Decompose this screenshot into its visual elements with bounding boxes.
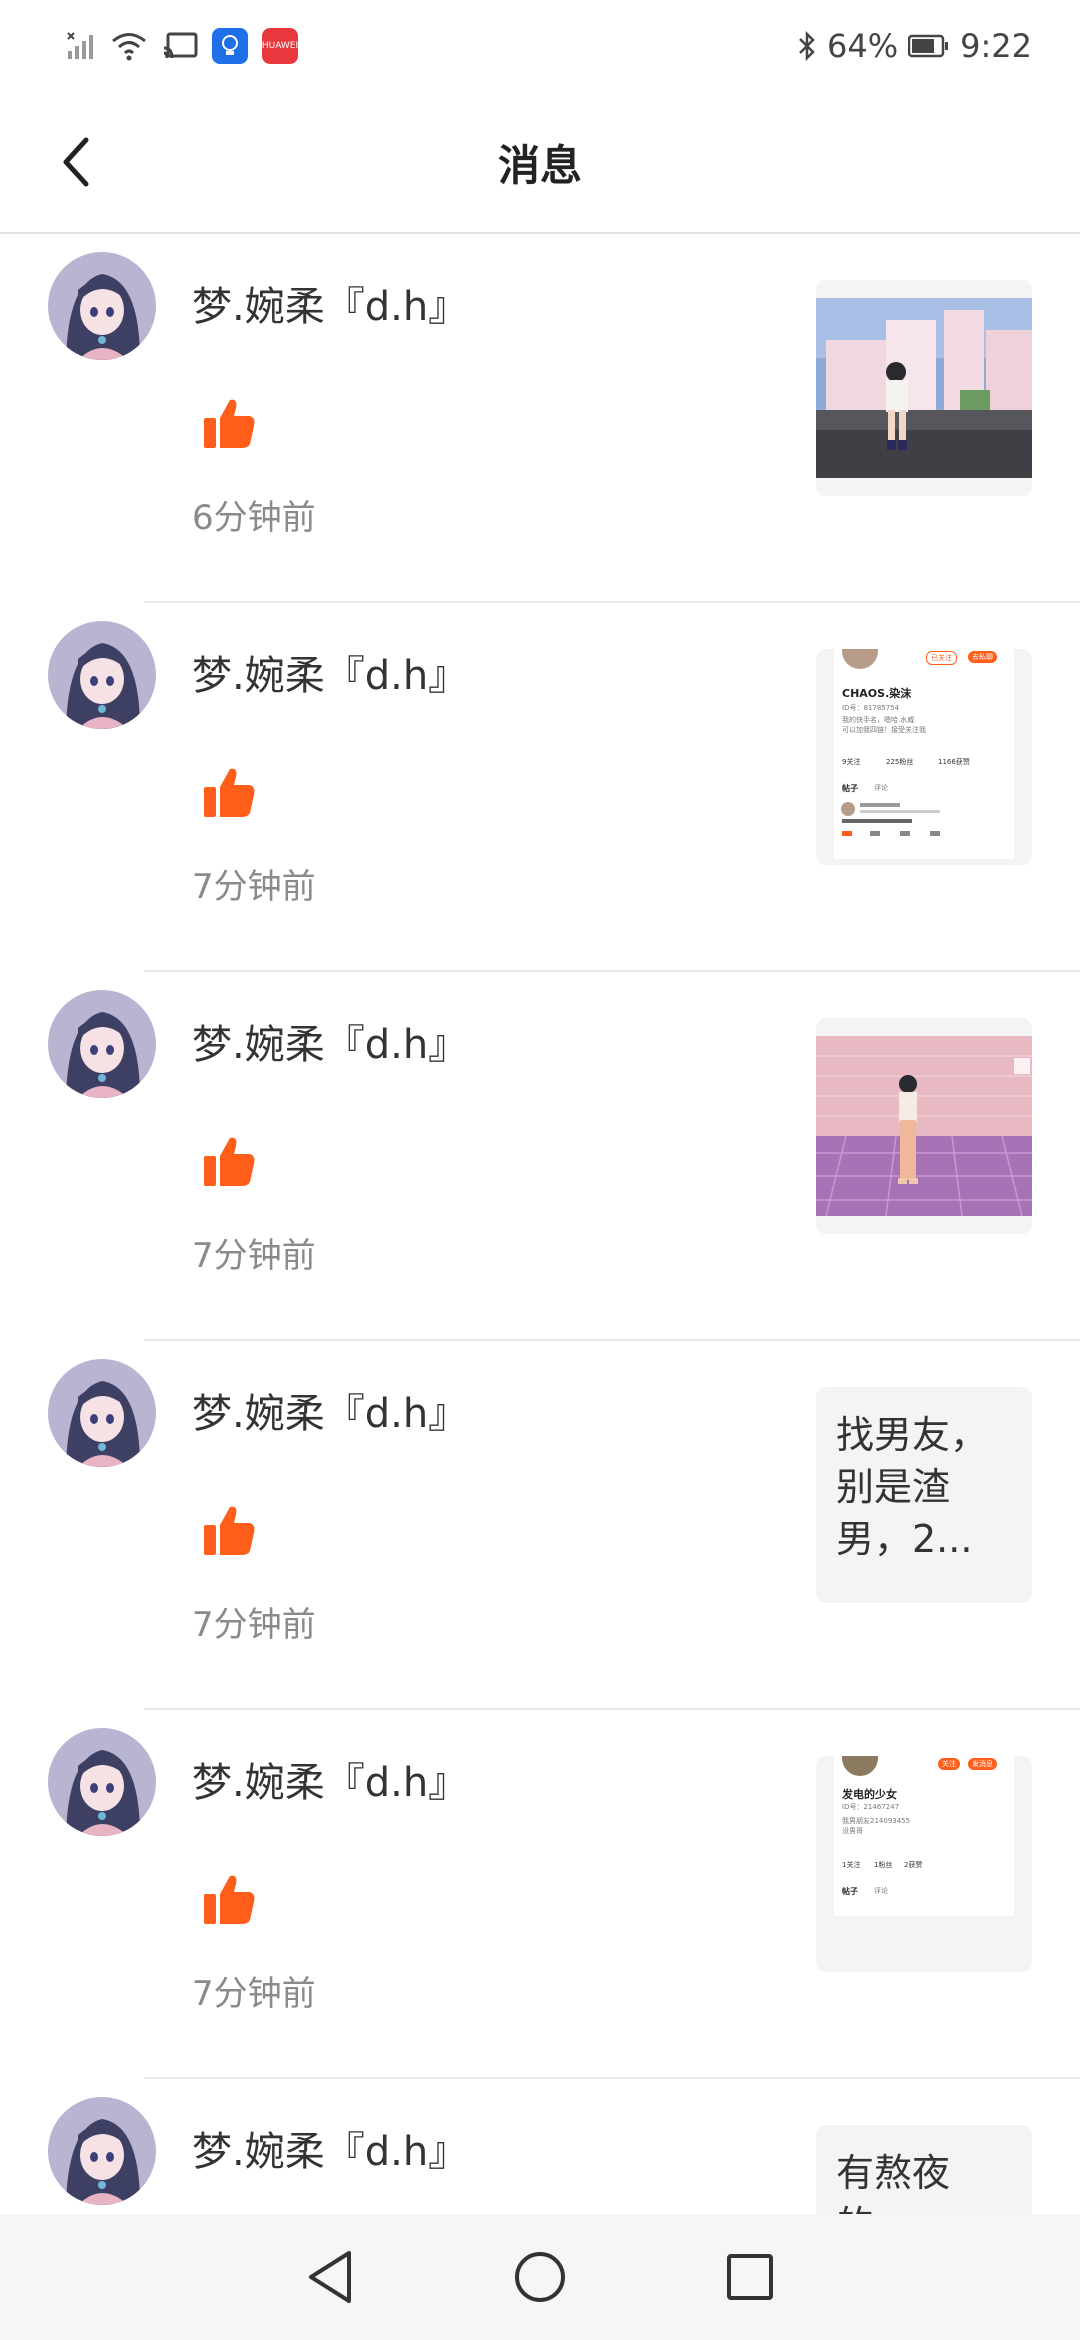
message-item[interactable]: 梦.婉柔『d.h』 6分钟前 [0,234,1080,603]
message-item[interactable]: 梦.婉柔『d.h』 7分钟前 [0,972,1080,1341]
post-thumbnail[interactable]: 关注 发消息 发电的少女 ID号：21467247 我男朋友214093455 … [816,1756,1032,1972]
card-avatar-icon [842,1756,878,1776]
message-item[interactable]: 梦.婉柔『d.h』 7分钟前 找男友，别是渣男，2... [0,1341,1080,1710]
header: 消息 [0,92,1080,234]
timestamp: 7分钟前 [192,1605,316,1645]
like-icon [200,1870,258,1928]
username[interactable]: 梦.婉柔『d.h』 [192,274,468,332]
card-id: ID号：81785754 [842,704,900,712]
status-bar: HUAWEI 64% 9:22 [0,0,1080,92]
card-name: 发电的少女 [842,1788,897,1801]
card-follow-label: 已关注 [926,651,957,665]
profile-card-preview: 关注 发消息 发电的少女 ID号：21467247 我男朋友214093455 … [834,1756,1014,1916]
nav-home-button[interactable] [510,2247,570,2307]
cast-icon [162,31,198,61]
like-icon [200,394,258,452]
nav-back-button[interactable] [300,2247,360,2307]
battery-icon [908,33,950,59]
post-thumbnail[interactable]: 找男友，别是渣男，2... [816,1387,1032,1603]
card-stat-fans: 1粉丝 [874,1861,893,1869]
avatar[interactable] [48,990,156,1098]
nav-recents-button[interactable] [720,2247,780,2307]
bluetooth-icon [797,31,817,61]
card-bio-1: 我的快手名，嗯哈.水威 [842,716,915,724]
like-icon [200,1501,258,1559]
profile-card-preview: 已关注 去私聊 CHAOS.染沫 ID号：81785754 我的快手名，嗯哈.水… [834,649,1014,859]
username[interactable]: 梦.婉柔『d.h』 [192,1381,468,1439]
message-item[interactable]: 梦.婉柔『d.h』 7分钟前 关注 发消息 发电的少女 ID号：21467247… [0,1710,1080,2079]
post-thumbnail[interactable] [816,280,1032,496]
card-follow-label: 关注 [938,1758,960,1770]
system-navigation-bar [0,2214,1080,2340]
avatar[interactable] [48,252,156,360]
status-bar-right: 64% 9:22 [797,27,1032,65]
card-chat-label: 发消息 [968,1758,997,1770]
card-post-preview-icon [841,802,940,836]
battery-percent: 64% [827,27,899,65]
message-item[interactable]: 梦.婉柔『d.h』 7分钟前 已关注 去私聊 CHAOS.染沫 ID号：8178… [0,603,1080,972]
post-text-preview: 找男友，别是渣男，2... [836,1413,989,1561]
like-icon [200,1132,258,1190]
timestamp: 6分钟前 [192,498,316,538]
status-bar-left: HUAWEI [66,28,298,64]
card-name: CHAOS.染沫 [842,687,912,700]
triangle-back-icon [309,2251,351,2303]
timestamp: 7分钟前 [192,867,316,907]
game-scene-thumbnail-icon [816,298,1032,478]
huawei-appgallery-icon: HUAWEI [262,28,298,64]
card-id: ID号：21467247 [842,1803,900,1811]
card-stat-following: 1关注 [842,1861,861,1869]
avatar[interactable] [48,621,156,729]
post-text-preview: 有熬夜的... [836,2151,951,2214]
card-bio-2: 没男哥 [842,1827,863,1835]
post-thumbnail[interactable]: 已关注 去私聊 CHAOS.染沫 ID号：81785754 我的快手名，嗯哈.水… [816,649,1032,865]
avatar[interactable] [48,1359,156,1467]
post-thumbnail[interactable] [816,1018,1032,1234]
timestamp: 7分钟前 [192,1236,316,1276]
card-tab-comments: 评论 [874,784,888,792]
username[interactable]: 梦.婉柔『d.h』 [192,1750,468,1808]
card-stat-likes: 2获赞 [904,1861,923,1869]
square-recents-icon [727,2254,773,2300]
card-avatar-icon [842,649,878,669]
username[interactable]: 梦.婉柔『d.h』 [192,643,468,701]
timestamp: 7分钟前 [192,1974,316,2014]
app-badge-label: HUAWEI [261,41,299,51]
message-list[interactable]: 梦.婉柔『d.h』 6分钟前 梦.婉柔『d.h』 7分钟前 已关注 去私聊 CH… [0,234,1080,2214]
card-stat-following: 9关注 [842,758,861,766]
username[interactable]: 梦.婉柔『d.h』 [192,1012,468,1070]
card-stat-likes: 1166获赞 [938,758,970,766]
card-chat-label: 去私聊 [968,651,997,663]
circle-home-icon [515,2252,565,2302]
wifi-icon [110,31,148,61]
card-tab-posts: 帖子 [842,1887,858,1896]
signal-icon [66,31,96,61]
post-thumbnail[interactable]: 有熬夜的... [816,2125,1032,2214]
message-item[interactable]: 梦.婉柔『d.h』 有熬夜的... [0,2079,1080,2214]
avatar[interactable] [48,1728,156,1836]
card-bio-1: 我男朋友214093455 [842,1817,911,1825]
card-tab-posts: 帖子 [842,784,858,793]
character-thumbnail-icon [816,1036,1032,1217]
card-bio-2: 可以加我四链！接受关注我 [842,726,926,734]
like-icon [200,763,258,821]
avatar[interactable] [48,2097,156,2205]
page-title: 消息 [497,141,582,190]
clock: 9:22 [960,27,1032,65]
card-tab-comments: 评论 [874,1887,888,1895]
username[interactable]: 梦.婉柔『d.h』 [192,2119,468,2177]
app-notification-icon [212,28,248,64]
card-stat-fans: 225粉丝 [886,758,914,766]
